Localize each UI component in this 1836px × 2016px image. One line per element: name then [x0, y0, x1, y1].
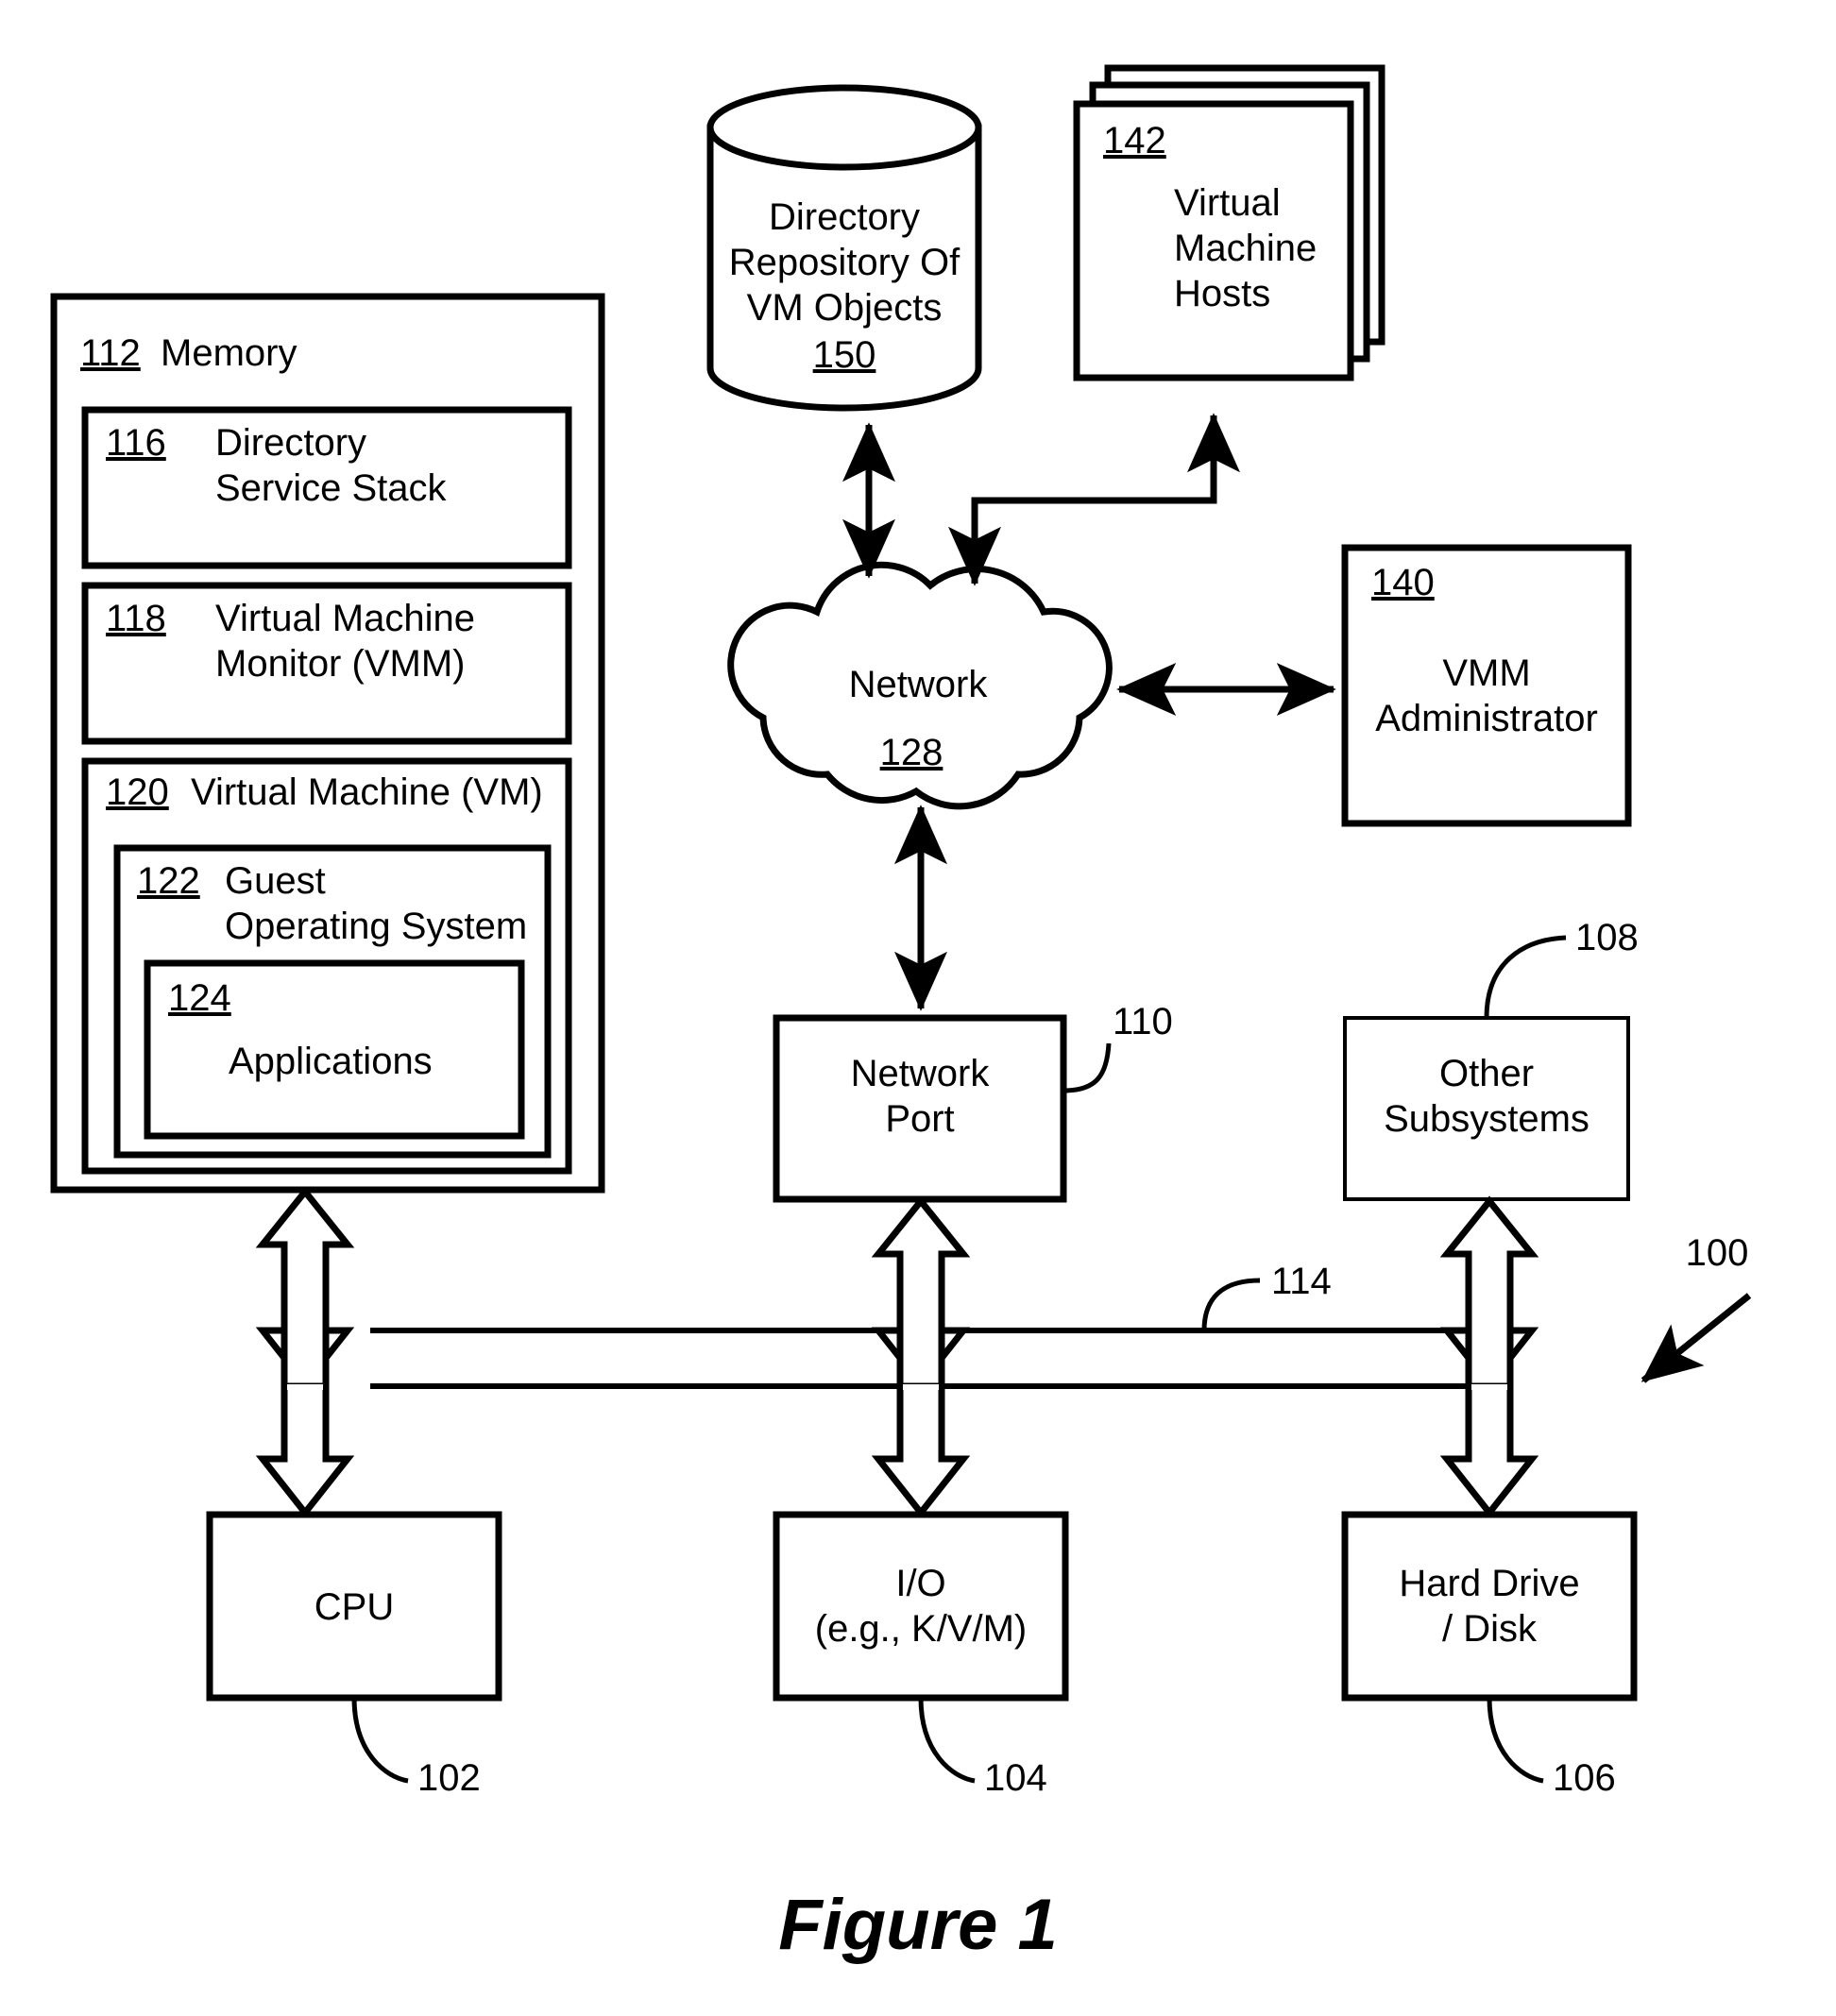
guest-os-label-line1: Guest — [225, 860, 326, 902]
cpu-leader-line — [351, 1697, 409, 1784]
vmm-block: 118 Virtual Machine Monitor (VMM) — [81, 582, 572, 745]
bus-arrow-memory-lower — [255, 1382, 355, 1518]
guest-os-block: 122 Guest Operating System 124 Applicati… — [113, 844, 552, 1159]
system-ref: 100 — [1686, 1232, 1749, 1274]
virtual-machine-block: 120 Virtual Machine (VM) 122 Guest Opera… — [81, 757, 572, 1175]
bus-arrow-network-port-lower-mask — [903, 1384, 939, 1390]
other-subsystems-label-line2: Subsystems — [1384, 1098, 1590, 1140]
bus-arrow-network-port-lower-shape — [871, 1382, 971, 1518]
directory-service-stack-ref: 116 — [106, 422, 166, 464]
network-port-block: Network Port 110 — [773, 1001, 1173, 1203]
vm-hosts-ref: 142 — [1103, 120, 1166, 161]
vm-hosts-label-line3: Hosts — [1174, 273, 1270, 314]
network-label: Network — [849, 664, 989, 705]
applications-block: 124 Applications — [144, 959, 525, 1140]
bus-arrow-other-subsystems-mask — [1469, 1331, 1510, 1386]
system-ref-arrow — [1640, 1293, 1752, 1383]
io-ref: 104 — [984, 1757, 1047, 1799]
repository-label-line2: Repository Of — [729, 242, 960, 283]
system-ref-pointer: 100 — [1640, 1232, 1752, 1383]
vmm-administrator-label-line1: VMM — [1442, 652, 1530, 694]
bus-arrow-memory — [255, 1186, 355, 1390]
directory-service-stack-block: 116 Directory Service Stack — [81, 406, 572, 569]
vm-hosts-block: 142 Virtual Machine Hosts — [1073, 64, 1386, 381]
vm-hosts-label-line1: Virtual — [1174, 182, 1281, 224]
network-port-label-line2: Port — [885, 1098, 954, 1140]
io-leader-line — [918, 1697, 976, 1784]
vmm-administrator-label-line2: Administrator — [1375, 698, 1598, 739]
bus-arrow-network-port — [871, 1195, 971, 1390]
io-label-line1: I/O — [895, 1563, 945, 1604]
arrow-vm-hosts-to-network — [948, 413, 1240, 586]
applications-ref: 124 — [168, 977, 231, 1019]
io-box — [773, 1511, 1069, 1702]
memory-label: Memory — [161, 332, 297, 374]
cpu-block: CPU 102 — [206, 1511, 502, 1799]
cpu-label: CPU — [314, 1586, 394, 1628]
bus-leader-line — [1201, 1278, 1261, 1331]
vmm-label-line2: Monitor (VMM) — [215, 643, 465, 685]
bus-ref: 114 — [1271, 1261, 1332, 1302]
network-port-ref: 110 — [1113, 1001, 1173, 1042]
other-subsystems-ref: 108 — [1575, 917, 1639, 958]
cpu-ref: 102 — [417, 1757, 481, 1799]
bus-arrow-memory-lower-mask — [287, 1384, 323, 1390]
network-cloud-block: Network 128 — [727, 561, 1113, 810]
bus-arrow-other-subsystems-lower — [1439, 1382, 1539, 1518]
bus-arrow-memory-mask — [284, 1331, 326, 1386]
hard-drive-box — [1341, 1511, 1638, 1702]
vm-hosts-label-line2: Machine — [1174, 228, 1317, 269]
repository-label-line1: Directory — [769, 196, 920, 238]
hard-drive-ref: 106 — [1553, 1757, 1616, 1799]
bus-arrow-other-subsystems-lower-mask — [1471, 1384, 1507, 1390]
applications-label: Applications — [229, 1041, 433, 1082]
network-port-label-line1: Network — [851, 1053, 991, 1094]
directory-repository-cylinder: Directory Repository Of VM Objects 150 — [706, 84, 982, 412]
virtual-machine-label: Virtual Machine (VM) — [191, 771, 543, 813]
other-subsystems-label-line1: Other — [1439, 1053, 1534, 1094]
figure-caption: Figure 1 — [778, 1885, 1058, 1965]
vmm-administrator-ref: 140 — [1371, 562, 1435, 603]
guest-os-ref: 122 — [137, 860, 200, 902]
vmm-ref: 118 — [106, 598, 166, 639]
directory-service-stack-label-line1: Directory — [215, 422, 366, 464]
network-ref: 128 — [880, 732, 944, 773]
hard-drive-label-line2: / Disk — [1442, 1608, 1538, 1650]
repository-cylinder-top — [706, 84, 982, 171]
figure-canvas: 112 Memory 116 Directory Service Stack 1… — [50, 64, 1752, 1965]
hard-drive-label-line1: Hard Drive — [1399, 1563, 1579, 1604]
memory-block: 112 Memory 116 Directory Service Stack 1… — [50, 293, 605, 1194]
repository-ref: 150 — [813, 334, 876, 376]
memory-ref: 112 — [80, 332, 141, 374]
bus-arrow-network-port-mask — [900, 1331, 942, 1386]
bus-arrow-other-subsystems-lower-shape — [1439, 1382, 1539, 1518]
bus-arrow-network-port-lower — [871, 1382, 971, 1518]
guest-os-label-line2: Operating System — [225, 906, 527, 947]
other-subsystems-block: Other Subsystems 108 — [1343, 917, 1639, 1201]
bus-arrow-memory-lower-shape — [255, 1382, 355, 1518]
repository-label-line3: VM Objects — [747, 287, 943, 329]
hard-drive-block: Hard Drive / Disk 106 — [1341, 1511, 1638, 1799]
io-block: I/O (e.g., K/V/M) 104 — [773, 1511, 1069, 1799]
vmm-label-line1: Virtual Machine — [215, 598, 475, 639]
virtual-machine-ref: 120 — [106, 771, 169, 813]
patent-figure-1: 112 Memory 116 Directory Service Stack 1… — [0, 0, 1836, 2016]
directory-service-stack-label-line2: Service Stack — [215, 467, 448, 509]
vmm-administrator-block: 140 VMM Administrator — [1341, 544, 1632, 827]
hard-drive-leader-line — [1487, 1697, 1544, 1784]
bus-arrow-other-subsystems — [1439, 1195, 1539, 1390]
network-port-leader-line — [1062, 1042, 1112, 1093]
io-label-line2: (e.g., K/V/M) — [815, 1608, 1028, 1650]
other-subsystems-leader-line — [1484, 935, 1567, 1019]
